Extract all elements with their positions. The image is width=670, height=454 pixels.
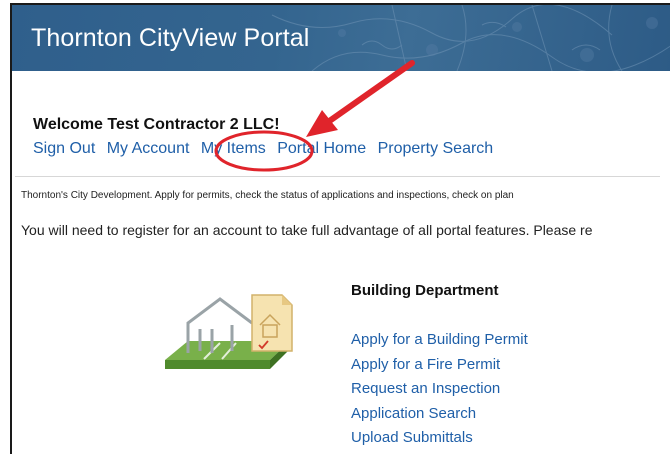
sign-out-link[interactable]: Sign Out — [33, 140, 95, 158]
welcome-message: Welcome Test Contractor 2 LLC! — [33, 116, 280, 133]
upload-submittals-link[interactable]: Upload Submittals — [351, 426, 528, 451]
apply-fire-permit-link[interactable]: Apply for a Fire Permit — [351, 353, 528, 378]
apply-building-permit-link[interactable]: Apply for a Building Permit — [351, 328, 528, 353]
my-items-link[interactable]: My Items — [201, 140, 266, 158]
request-inspection-link[interactable]: Request an Inspection — [351, 377, 528, 402]
property-search-link[interactable]: Property Search — [378, 140, 494, 158]
building-department-icon — [165, 294, 293, 369]
portal-title: Thornton CityView Portal — [31, 24, 310, 52]
account-nav: Sign Out My Account My Items Portal Home… — [33, 140, 500, 158]
building-links: Apply for a Building Permit Apply for a … — [351, 328, 528, 451]
building-department-heading: Building Department — [351, 282, 499, 299]
my-account-link[interactable]: My Account — [107, 140, 190, 158]
intro-text: Thornton's City Development. Apply for p… — [21, 190, 514, 201]
divider — [15, 176, 660, 177]
register-text: You will need to register for an account… — [21, 222, 593, 238]
application-search-link[interactable]: Application Search — [351, 402, 528, 427]
portal-home-link[interactable]: Portal Home — [277, 140, 366, 158]
portal-header: Thornton CityView Portal — [12, 5, 670, 71]
